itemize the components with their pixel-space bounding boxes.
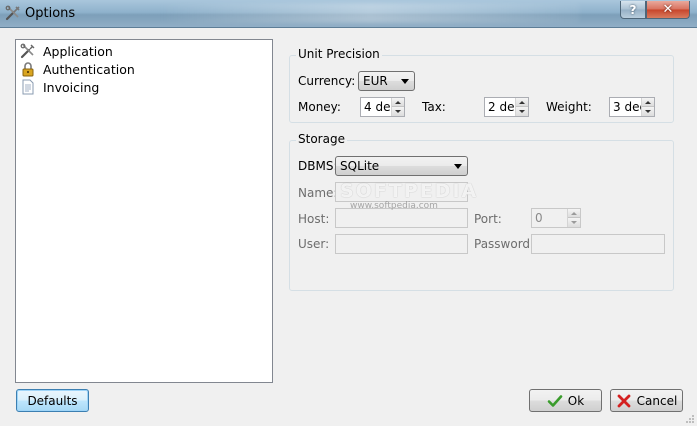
cancel-button[interactable]: Cancel [610,389,683,412]
password-label: Password: [474,237,535,251]
name-label: Name: [298,186,338,200]
defaults-button-label: Defaults [27,393,78,408]
spin-up-icon[interactable] [392,98,404,107]
lock-icon [22,62,34,77]
options-dialog-body: Application Authentication Invoicing Uni… [0,28,697,426]
chevron-down-icon [454,164,462,169]
document-icon [22,79,34,95]
softpedia-watermark: SOFTPEDIA [340,180,479,202]
spin-up-icon[interactable] [516,98,528,107]
port-spin-buttons [567,209,580,227]
money-label: Money: [298,100,341,114]
resize-grip-icon[interactable] [685,414,695,424]
spin-up-icon[interactable] [568,209,580,218]
password-input[interactable] [531,234,665,254]
spin-down-icon[interactable] [642,107,654,116]
chevron-down-icon [401,79,409,84]
tree-item-invoicing[interactable]: Invoicing [20,78,99,96]
tax-label: Tax: [422,100,446,114]
spin-down-icon[interactable] [516,107,528,116]
currency-label: Currency: [298,74,356,88]
storage-title: Storage [296,132,347,146]
tree-item-authentication[interactable]: Authentication [20,60,135,78]
tools-icon [20,43,35,59]
tax-spinbox[interactable]: 2 dec [484,97,529,117]
check-icon [547,394,563,407]
unit-precision-title: Unit Precision [296,47,382,61]
spin-down-icon[interactable] [392,107,404,116]
host-input[interactable] [335,208,468,228]
spin-up-icon[interactable] [642,98,654,107]
weight-label: Weight: [546,100,592,114]
port-value: 0 [535,211,543,225]
tree-item-application[interactable]: Application [20,42,113,60]
cross-icon [617,394,631,407]
weight-spinbox[interactable]: 3 dec [609,97,655,117]
tree-item-label: Invoicing [43,79,100,95]
dbms-value: SQLite [340,159,380,173]
defaults-button[interactable]: Defaults [16,389,89,412]
ok-button[interactable]: Ok [529,389,602,412]
help-button[interactable]: ? [620,1,646,19]
ok-button-label: Ok [567,393,585,408]
spin-down-icon[interactable] [568,218,580,227]
money-spinbox[interactable]: 4 dec [360,97,405,117]
tax-spin-buttons [515,98,528,116]
tree-item-label: Authentication [43,61,135,77]
money-spin-buttons [391,98,404,116]
tree-item-label: Application [43,43,113,59]
window-title: Options [25,6,76,21]
host-label: Host: [298,212,330,226]
tools-icon [5,5,20,21]
close-button[interactable]: ✕ [646,1,690,19]
port-label: Port: [474,212,502,226]
title-bar: Options ? ✕ [0,0,697,28]
cancel-button-label: Cancel [636,393,678,408]
currency-select[interactable]: EUR [358,71,415,91]
options-category-tree[interactable]: Application Authentication Invoicing [15,39,273,383]
port-spinbox[interactable]: 0 [531,208,581,228]
weight-spin-buttons [641,98,654,116]
user-label: User: [298,237,330,251]
dbms-select[interactable]: SQLite [335,156,468,176]
currency-value: EUR [363,74,388,88]
background-window-blur [160,3,580,23]
softpedia-watermark-url: www.softpedia.com [350,201,438,211]
user-input[interactable] [335,234,468,254]
dbms-label: DBMS: [298,159,338,173]
